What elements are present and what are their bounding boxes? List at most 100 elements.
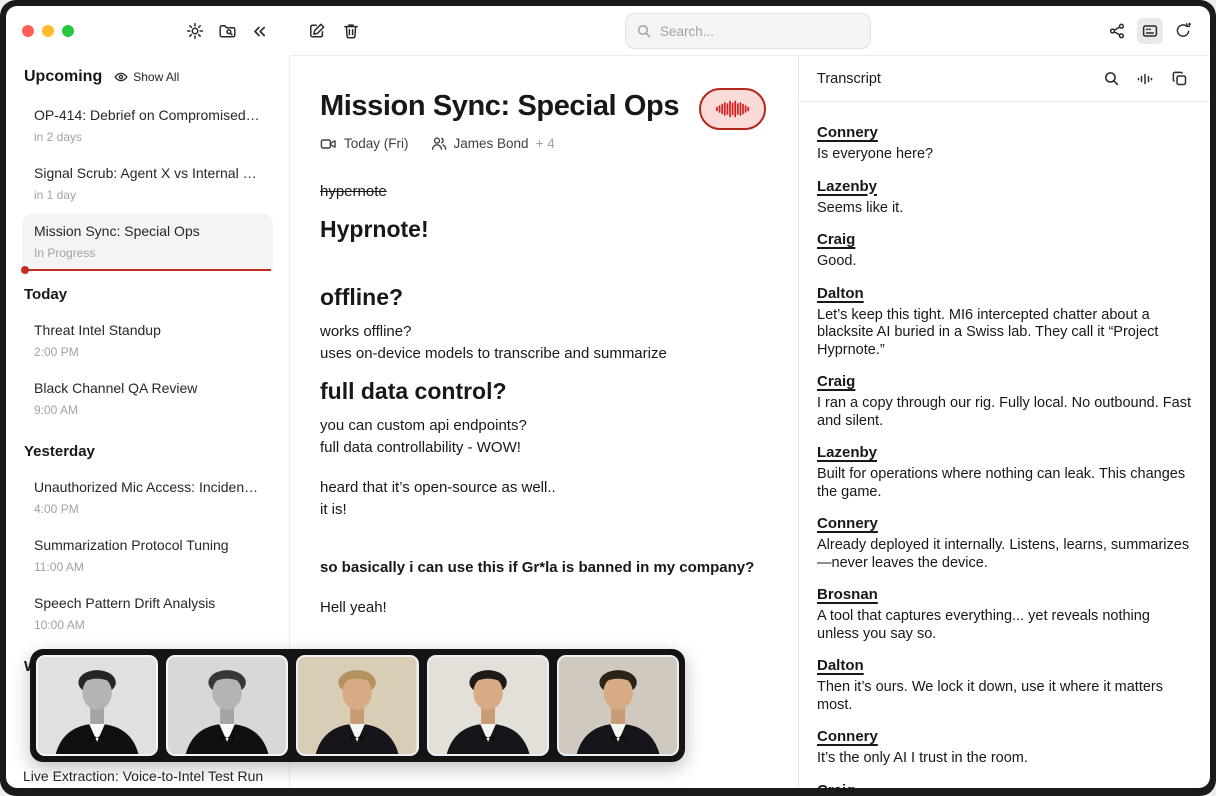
note-spacer [320,521,766,539]
transcript-speaker[interactable]: Craig [817,373,855,390]
eye-icon [114,71,128,83]
note-item-title: Threat Intel Standup [34,322,261,338]
main-toolbar [290,6,1210,56]
note-strikethrough-text: hypernote [320,181,766,203]
transcript-speaker[interactable]: Connery [817,515,878,532]
sidebar-note-item[interactable]: OP-414: Debrief on Compromised Callin 2 … [22,98,273,154]
sidebar-note-item[interactable]: Mission Sync: Special OpsIn Progress [22,214,273,270]
transcript-speaker[interactable]: Lazenby [817,178,877,195]
sidebar-note-item[interactable]: Summarization Protocol Tuning11:00 AM [22,528,273,584]
share-button[interactable] [1104,18,1130,44]
transcript-speaker[interactable]: Craig [817,782,855,789]
transcript-entry: Lazenby Seems like it. [817,178,1192,218]
chevrons-left-icon [251,23,268,40]
note-attendee: James Bond [454,136,529,151]
transcript-speaker[interactable]: Craig [817,231,855,248]
refresh-button[interactable] [1170,18,1196,44]
settings-button[interactable] [182,18,208,44]
collapse-sidebar-button[interactable] [246,18,272,44]
window-controls [22,25,74,37]
note-item-time: 9:00 AM [34,403,261,417]
sidebar-note-item[interactable]: Signal Scrub: Agent X vs Internal Coun..… [22,156,273,212]
transcript-text: Good. [817,253,1192,271]
sidebar-section-label: Today [24,286,271,303]
note-paragraph-line: heard that it’s open-source as well.. [320,477,766,499]
sidebar-note-item[interactable]: Black Channel QA Review 9:00 AM [22,371,273,427]
note-meta: Today (Fri) James Bond + 4 [320,136,766,151]
titlebar [6,6,1210,56]
recording-button[interactable] [699,88,766,130]
note-attendees-chip[interactable]: James Bond + 4 [431,136,555,151]
note-bold-text: so basically i can use this if Gr*la is … [320,557,766,579]
note-spacer [320,539,766,557]
summary-card-button[interactable] [1137,18,1163,44]
transcript-text: A tool that captures everything... yet r… [817,608,1192,643]
note-item-title: OP-414: Debrief on Compromised Call [34,107,261,123]
participant-photo [166,655,288,756]
note-item-title: Speech Pattern Drift Analysis [34,595,261,611]
minimize-button[interactable] [42,25,54,37]
participant-photo [557,655,679,756]
sidebar-note-item[interactable]: Unauthorized Mic Access: Incident Re...4… [22,470,273,526]
zoom-button[interactable] [62,25,74,37]
search-box[interactable] [625,13,871,49]
transcript-text: Is everyone here? [817,146,1192,164]
note-item-time: 10:00 AM [34,618,261,632]
search-input[interactable] [660,24,860,39]
participants-preview [30,649,685,762]
transcript-speaker[interactable]: Dalton [817,657,864,674]
note-paragraph-line: Hell yeah! [320,597,766,619]
note-item-time: in 1 day [34,188,261,202]
note-heading: offline? [320,283,766,311]
note-item-time: 2:00 PM [34,345,261,359]
gear-icon [186,22,204,40]
search-icon [1103,70,1120,87]
folder-search-icon [218,22,237,40]
participant-photo [296,655,418,756]
note-spacer [320,579,766,597]
transcript-speaker[interactable]: Dalton [817,285,864,302]
delete-note-button[interactable] [338,18,364,44]
transcript-speaker[interactable]: Brosnan [817,586,878,603]
transcript-audio-button[interactable] [1132,66,1158,92]
transcript-text: Seems like it. [817,200,1192,218]
transcript-entry: Connery Is everyone here? [817,124,1192,164]
sidebar-note-item[interactable]: Threat Intel Standup 2:00 PM [22,313,273,369]
sidebar-header: Upcoming [24,68,102,86]
search-icon [636,23,652,39]
note-item-title: Unauthorized Mic Access: Incident Re... [34,479,261,495]
note-paragraph-line: works offline? [320,321,766,343]
sidebar-section-label: Yesterday [24,443,271,460]
app-window: Upcoming Show All OP-414: Debrief on Com… [6,6,1210,788]
note-paragraph: heard that it’s open-source as well..it … [320,477,766,521]
close-button[interactable] [22,25,34,37]
transcript-search-button[interactable] [1098,66,1124,92]
note-item-time: In Progress [34,246,261,260]
note-paragraph: Hell yeah! [320,597,766,619]
search-notes-button[interactable] [214,18,240,44]
new-note-button[interactable] [304,18,330,44]
note-paragraph-line: uses on-device models to transcribe and … [320,343,766,365]
transcript-text: It’s the only AI I trust in the room. [817,750,1192,768]
transcript-panel: Transcript Connery Is everyone here? Lazen… [798,56,1210,788]
transcript-speaker[interactable]: Connery [817,124,878,141]
transcript-text: Already deployed it internally. Listens,… [817,537,1192,572]
transcript-speaker[interactable]: Connery [817,728,878,745]
sidebar-toolbar [6,6,290,56]
copy-icon [1171,70,1188,87]
show-all-button[interactable]: Show All [114,70,179,84]
note-item-title: Black Channel QA Review [34,380,261,396]
show-all-label: Show All [133,70,179,84]
transcript-copy-button[interactable] [1166,66,1192,92]
transcript-entry: DaltonThen it’s ours. We lock it down, u… [817,657,1192,714]
transcript-header: Transcript [799,56,1210,102]
record-waveform-icon [714,97,752,121]
transcript-entry: DaltonLet’s keep this tight. MI6 interce… [817,285,1192,360]
sidebar-note-item[interactable]: Speech Pattern Drift Analysis 10:00 AM [22,586,273,642]
transcript-speaker[interactable]: Lazenby [817,444,877,461]
note-date-chip[interactable]: Today (Fri) [320,136,409,151]
transcript-text: I ran a copy through our rig. Fully loca… [817,395,1192,430]
sidebar-item-live-extraction[interactable]: Live Extraction: Voice-to-Intel Test Run [23,768,263,784]
note-paragraph-line: it is! [320,499,766,521]
edit-note-icon [308,22,326,40]
